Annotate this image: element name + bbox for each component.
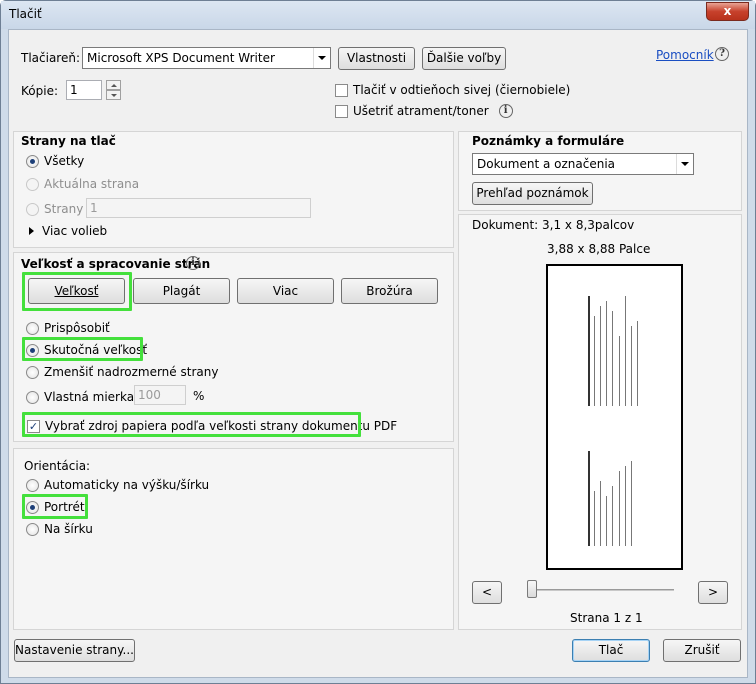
fit-radio[interactable] (26, 321, 39, 335)
more-options-toggle[interactable]: Viac volieb (29, 222, 107, 240)
close-button[interactable]: x (706, 2, 749, 21)
cancel-button[interactable]: Zrušiť (663, 639, 741, 662)
custom-scale-label: Vlastná mierka: (44, 390, 139, 404)
tab-booklet[interactable]: Brožúra (341, 278, 438, 304)
comments-select[interactable]: Dokument a označenia (472, 153, 694, 175)
page-preview (546, 264, 683, 570)
tab-more[interactable]: Viac (237, 278, 334, 304)
actual-size-radio[interactable] (26, 343, 39, 357)
orientation-auto-option[interactable]: Automaticky na výšku/šírku (26, 476, 209, 494)
copies-label: Kópie: (21, 84, 58, 98)
pages-all-label: Všetky (44, 154, 85, 168)
printer-select[interactable]: Microsoft XPS Document Writer (82, 47, 331, 69)
save-ink-option[interactable]: Ušetriť atrament/toner i (335, 102, 513, 120)
expand-triangle-icon[interactable] (29, 227, 34, 235)
pages-current-option[interactable]: Aktuálna strana (26, 175, 139, 193)
orientation-auto-label: Automaticky na výšku/šírku (44, 478, 210, 492)
save-ink-info-icon[interactable]: i (498, 104, 513, 118)
custom-scale-radio[interactable] (26, 390, 39, 404)
pages-range-input[interactable]: 1 (86, 198, 311, 218)
more-options-label: Viac volieb (42, 224, 108, 238)
sizing-info-icon[interactable]: i (186, 256, 200, 270)
paper-source-option[interactable]: ✓ Vybrať zdroj papiera podľa veľkosti st… (27, 417, 397, 435)
document-size-text: Dokument: 3,1 x 8,3palcov (472, 218, 635, 232)
shrink-option[interactable]: Zmenšiť nadrozmerné strany (26, 363, 218, 381)
grayscale-label: Tlačiť v odtieňoch sivej (čiernobiele) (353, 83, 571, 97)
pages-range-option[interactable]: Strany (26, 200, 83, 218)
help-icon[interactable]: ? (715, 47, 729, 61)
print-dialog-window: Tlačiť x Tlačiareň: Microsoft XPS Docume… (0, 0, 756, 684)
actual-size-option[interactable]: Skutočná veľkosť (26, 341, 147, 359)
orientation-auto-radio[interactable] (26, 478, 39, 492)
pages-current-radio[interactable] (26, 177, 39, 191)
summarize-comments-button[interactable]: Prehľad poznámok (472, 182, 593, 205)
orientation-landscape-label: Na šírku (44, 522, 93, 536)
grayscale-option[interactable]: Tlačiť v odtieňoch sivej (čiernobiele) (335, 81, 570, 99)
custom-scale-input[interactable]: 100 (134, 385, 186, 405)
pages-all-radio[interactable] (26, 154, 39, 168)
orientation-heading: Orientácia: (24, 459, 91, 473)
page-slider-track[interactable] (532, 589, 674, 591)
page-status-text: Strana 1 z 1 (570, 611, 643, 625)
pages-range-radio[interactable] (26, 202, 39, 216)
orientation-portrait-radio[interactable] (26, 500, 39, 514)
chevron-down-icon[interactable] (313, 48, 330, 68)
chevron-down-icon[interactable] (676, 154, 693, 174)
shrink-radio[interactable] (26, 365, 39, 379)
tab-poster[interactable]: Plagát (133, 278, 230, 304)
save-ink-checkbox[interactable] (335, 104, 348, 118)
orientation-portrait-label: Portrét (44, 500, 85, 514)
pages-range-label: Strany (44, 202, 84, 216)
grayscale-checkbox[interactable] (335, 83, 348, 97)
comments-selected-value: Dokument a označenia (477, 157, 616, 171)
paper-source-checkbox[interactable]: ✓ (27, 419, 40, 433)
next-page-button[interactable]: > (698, 581, 728, 604)
save-ink-label: Ušetriť atrament/toner (353, 104, 489, 118)
printer-selected-value: Microsoft XPS Document Writer (87, 51, 275, 65)
help-link[interactable]: Pomocník (656, 48, 714, 62)
paper-size-text: 3,88 x 8,88 Palce (547, 242, 651, 256)
actual-size-label: Skutočná veľkosť (44, 343, 148, 357)
copies-up-arrow-icon[interactable] (106, 80, 121, 90)
custom-scale-option[interactable]: Vlastná mierka: (26, 388, 138, 406)
shrink-label: Zmenšiť nadrozmerné strany (44, 365, 219, 379)
tab-size[interactable]: Veľkosť (28, 278, 125, 304)
percent-label: % (193, 389, 205, 403)
orientation-landscape-option[interactable]: Na šírku (26, 520, 93, 538)
pages-heading: Strany na tlač (21, 134, 116, 148)
properties-button[interactable]: Vlastnosti (338, 47, 415, 70)
paper-source-label: Vybrať zdroj papiera podľa veľkosti stra… (45, 419, 398, 433)
pages-all-option[interactable]: Všetky (26, 152, 84, 170)
orientation-portrait-option[interactable]: Portrét (26, 498, 85, 516)
orientation-landscape-radio[interactable] (26, 522, 39, 536)
pages-current-label: Aktuálna strana (44, 177, 140, 191)
page-slider-thumb[interactable] (527, 580, 537, 598)
page-setup-button[interactable]: Nastavenie strany... (14, 639, 135, 662)
window-title: Tlačiť (9, 7, 42, 21)
sizing-heading: Veľkosť a spracovanie strán (21, 257, 211, 271)
more-options-button[interactable]: Ďalšie voľby (422, 47, 506, 70)
title-bar[interactable]: Tlačiť x (1, 1, 755, 29)
fit-option[interactable]: Prispôsobiť (26, 319, 110, 337)
printer-label: Tlačiareň: (21, 51, 81, 65)
comments-heading: Poznámky a formuláre (472, 134, 625, 148)
fit-label: Prispôsobiť (44, 321, 110, 335)
previous-page-button[interactable]: < (472, 581, 502, 604)
copies-down-arrow-icon[interactable] (106, 90, 121, 100)
print-button[interactable]: Tlač (572, 639, 650, 662)
copies-input[interactable]: 1 (66, 80, 102, 100)
dialog-client-area: Tlačiareň: Microsoft XPS Document Writer… (8, 29, 748, 678)
